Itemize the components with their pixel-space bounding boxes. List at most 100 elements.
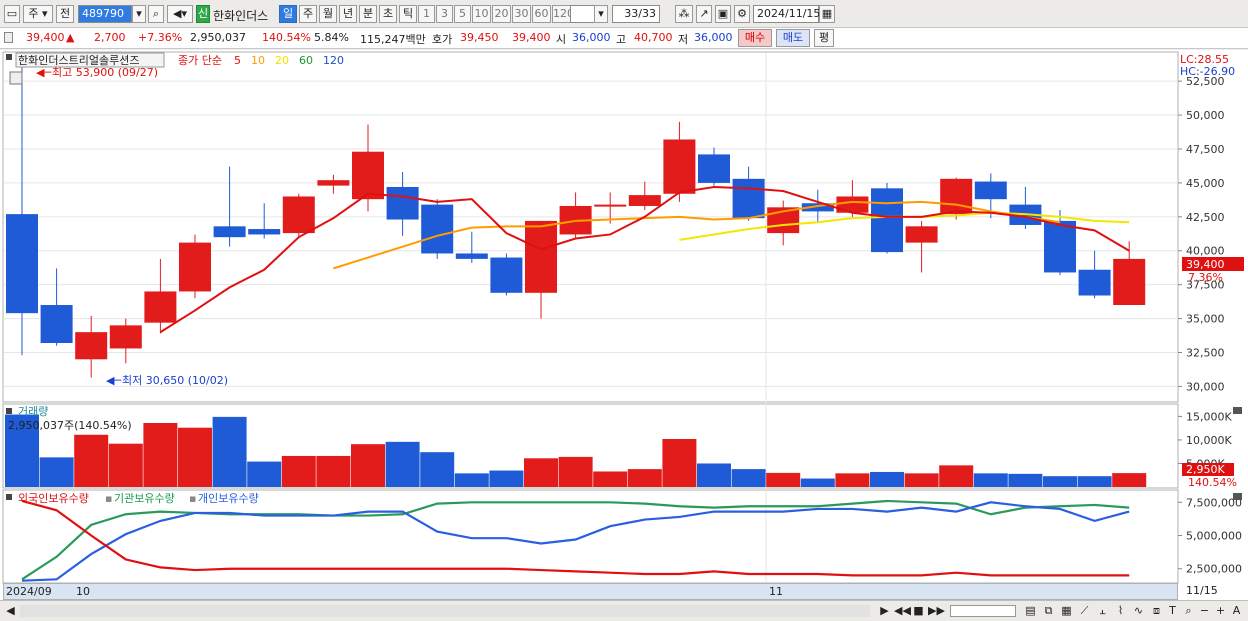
holdings-menu-icon[interactable]: [6, 494, 12, 500]
candle-body: [628, 195, 661, 206]
save-icon[interactable]: ▣: [715, 5, 731, 23]
text-tool-icon[interactable]: T: [1166, 604, 1179, 617]
magnifier-icon[interactable]: ⌕: [1182, 604, 1195, 617]
quote-toggle-icon[interactable]: [4, 32, 13, 43]
sell-button[interactable]: 매도: [776, 29, 810, 47]
prev-button[interactable]: 전: [56, 5, 74, 23]
interval-button-20[interactable]: 20: [492, 5, 511, 23]
candle-body: [179, 242, 211, 292]
rewind-icon[interactable]: ◀◀: [894, 604, 911, 617]
stop-icon[interactable]: ■: [912, 604, 925, 617]
trend-line-icon[interactable]: ⟋: [1078, 604, 1091, 617]
volume-menu-icon[interactable]: [6, 408, 12, 414]
volume-bar: [662, 439, 697, 487]
interval-button-1[interactable]: 1: [418, 5, 435, 23]
interval-button-60[interactable]: 60: [532, 5, 551, 23]
volume-bar: [800, 478, 835, 487]
ask-label: 호가: [432, 33, 453, 46]
wave-icon[interactable]: ∿: [1132, 604, 1145, 617]
candle-body: [109, 325, 142, 349]
holdings-expand-icon[interactable]: [1233, 493, 1242, 500]
calendar-icon[interactable]: ▦: [819, 5, 835, 23]
chart-canvas[interactable]: 52,50050,00047,50045,00042,50040,00037,5…: [0, 50, 1248, 600]
period-tab-0[interactable]: 일: [279, 5, 297, 23]
draw-icon[interactable]: ↗: [696, 5, 712, 23]
market-select[interactable]: 주 ▾: [23, 5, 53, 23]
stock-name: 한화인더스: [213, 9, 269, 23]
interval-button-10[interactable]: 10: [472, 5, 491, 23]
candle-body: [6, 214, 38, 314]
candle-body: [836, 196, 869, 213]
price-axis-label: 50,000: [1186, 109, 1225, 122]
interval-button-5[interactable]: 5: [454, 5, 471, 23]
grid-icon[interactable]: ▦: [1060, 604, 1073, 617]
date-axis-right: 11/15: [1186, 584, 1218, 597]
interval-button-3[interactable]: 3: [436, 5, 453, 23]
scroll-track[interactable]: [20, 605, 870, 617]
interval-dropdown-icon[interactable]: ▾: [594, 5, 608, 23]
volume-bar: [973, 473, 1008, 487]
volume-tag-text: 2,950K: [1186, 463, 1225, 476]
candle-body: [317, 180, 350, 186]
candle-body: [974, 181, 1007, 200]
date-input[interactable]: 2024/11/15: [753, 5, 820, 23]
price-axis-label: 35,000: [1186, 313, 1225, 326]
scroll-left-icon[interactable]: ◀: [4, 604, 17, 617]
count-input[interactable]: 33/33: [612, 5, 660, 23]
volume-bar: [247, 461, 282, 487]
panel-menu-icon[interactable]: [6, 54, 12, 60]
zoom-out-icon[interactable]: −: [1198, 604, 1211, 617]
ask-price: 39,450: [460, 31, 499, 44]
period-tab-2[interactable]: 월: [319, 5, 337, 23]
chart-toolbar: ▭ 주 ▾ 전 489790 ▾ ⌕ ◀▾ 신 한화인더스 일주월년분초틱 13…: [0, 0, 1248, 28]
period-tab-4[interactable]: 분: [359, 5, 377, 23]
volume-bar: [281, 455, 316, 487]
candle-body: [940, 178, 973, 215]
volume-bar: [939, 465, 974, 487]
speaker-icon[interactable]: ◀▾: [167, 5, 193, 23]
shape-icon[interactable]: ⧈: [1150, 604, 1163, 617]
code-dropdown-icon[interactable]: ▾: [132, 5, 146, 23]
ray-icon[interactable]: ⌇: [1114, 604, 1127, 617]
candle-body: [698, 154, 730, 183]
volume-title: 거래량: [18, 405, 48, 418]
change-percent: +7.36%: [138, 31, 183, 44]
volume-bar: [454, 473, 489, 487]
average-button[interactable]: 평: [814, 29, 834, 47]
search-icon[interactable]: ⌕: [148, 5, 164, 23]
buy-button[interactable]: 매수: [738, 29, 772, 47]
market-select-label: 주: [28, 7, 39, 20]
legend-separator: ▪: [189, 492, 196, 505]
layout-icon[interactable]: ▤: [1024, 604, 1037, 617]
compare-icon[interactable]: ⁂: [675, 5, 693, 23]
horizontal-line-icon[interactable]: ⫠: [1096, 604, 1109, 617]
code-input[interactable]: 489790: [78, 5, 132, 23]
period-tab-6[interactable]: 틱: [399, 5, 417, 23]
window-icon[interactable]: ▭: [4, 5, 20, 23]
candle-body: [490, 257, 523, 293]
volume-expand-icon[interactable]: [1233, 407, 1242, 414]
play-icon[interactable]: ▶: [878, 604, 891, 617]
candle-body: [386, 186, 419, 220]
zoom-in-icon[interactable]: +: [1214, 604, 1227, 617]
candle-body: [421, 204, 454, 254]
holdings-legend-item: 개인보유수량: [198, 492, 259, 505]
price-axis-label: 32,500: [1186, 347, 1225, 360]
zoom-slider[interactable]: [950, 605, 1016, 617]
price-axis-label: 47,500: [1186, 143, 1225, 156]
gear-icon[interactable]: ⚙: [734, 5, 750, 23]
volume-bar: [420, 452, 455, 487]
forward-icon[interactable]: ▶▶: [928, 604, 945, 617]
candle-body: [1113, 258, 1146, 306]
period-tab-3[interactable]: 년: [339, 5, 357, 23]
font-icon[interactable]: A: [1230, 604, 1243, 617]
ma-legend-60: 60: [299, 54, 313, 67]
hc-label: HC:-26.90: [1180, 65, 1235, 78]
volume-bar: [489, 470, 524, 487]
table-icon[interactable]: [9, 71, 23, 85]
interval-button-30[interactable]: 30: [512, 5, 531, 23]
period-tab-5[interactable]: 초: [379, 5, 397, 23]
window-split-icon[interactable]: ⧉: [1042, 604, 1055, 617]
candle-body: [1078, 269, 1111, 296]
period-tab-1[interactable]: 주: [299, 5, 317, 23]
